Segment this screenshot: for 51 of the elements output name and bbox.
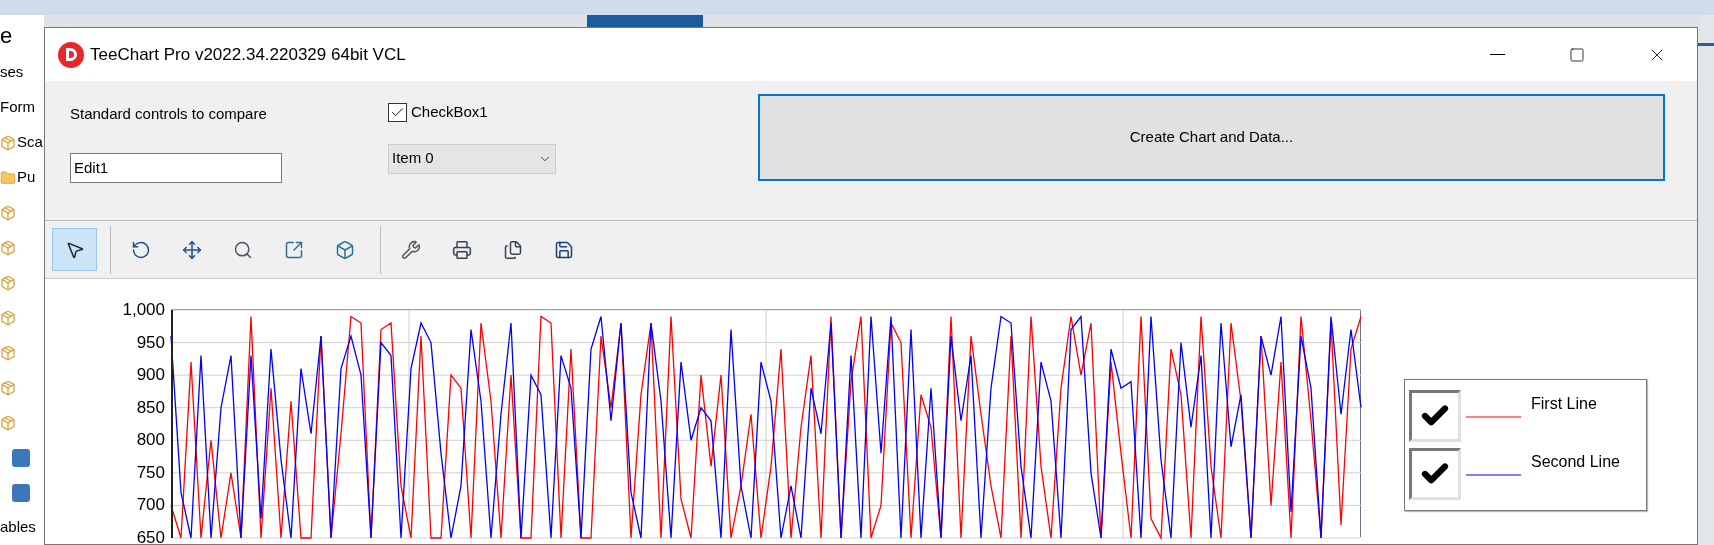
window-title: TeeChart Pro v2022.34.220329 64bit VCL xyxy=(90,43,406,66)
tree-item-label: e xyxy=(0,21,13,50)
app-logo-icon xyxy=(58,41,84,68)
toolbar-button[interactable] xyxy=(52,228,97,271)
legend-line-sample xyxy=(1466,416,1521,418)
axis-label: 800 xyxy=(136,431,165,449)
axis-label: 650 xyxy=(136,529,165,544)
axis-label: 700 xyxy=(136,496,165,514)
legend-label: Second Line xyxy=(1531,452,1620,472)
text-field[interactable]: Edit1 xyxy=(70,152,282,183)
legend-checkbox[interactable] xyxy=(1409,448,1461,500)
controls-label: Standard controls to compare xyxy=(70,104,268,124)
tree-item-label: ables xyxy=(0,517,36,538)
documents-icon xyxy=(502,239,523,260)
create-chart-button[interactable]: Create Chart and Data... xyxy=(758,94,1665,181)
legend-line-sample xyxy=(1466,474,1521,476)
box-arrow-icon xyxy=(283,239,304,260)
legend-checkbox[interactable] xyxy=(1409,390,1461,442)
dropdown[interactable]: Item 0 xyxy=(388,143,556,174)
package-icon xyxy=(0,204,16,221)
axis-label: 950 xyxy=(136,333,165,351)
package-icon xyxy=(0,134,16,151)
axis-label: 900 xyxy=(136,366,165,384)
tree-item-label: Pu xyxy=(17,167,36,188)
square-icon xyxy=(12,448,30,467)
magnifier-icon xyxy=(232,239,253,260)
tools-icon xyxy=(400,239,421,260)
checkbox-label: CheckBox1 xyxy=(411,102,488,122)
axis-label: 1,000 xyxy=(122,301,165,318)
maximize-icon xyxy=(1569,46,1585,63)
printer-icon xyxy=(451,239,472,260)
axis-label: 850 xyxy=(136,398,165,416)
minimize-icon xyxy=(1489,54,1505,55)
legend-label: First Line xyxy=(1531,394,1597,414)
folder-icon xyxy=(0,169,16,186)
tree-item-label: Form xyxy=(0,97,35,118)
tree-item-label: Sca xyxy=(17,132,43,153)
package-icon xyxy=(0,414,16,431)
package-icon xyxy=(0,309,16,326)
package-icon xyxy=(0,379,16,396)
package-icon xyxy=(0,239,16,256)
square-icon xyxy=(12,483,30,502)
save-icon xyxy=(553,239,574,260)
package-icon xyxy=(0,274,16,291)
axis-label: 750 xyxy=(136,463,165,481)
package-icon xyxy=(0,344,16,361)
tree-item-label: ses xyxy=(0,62,24,83)
cube-icon xyxy=(334,239,355,260)
move-icon xyxy=(181,239,202,260)
checkbox[interactable] xyxy=(388,102,407,122)
rotate-icon xyxy=(130,239,151,260)
